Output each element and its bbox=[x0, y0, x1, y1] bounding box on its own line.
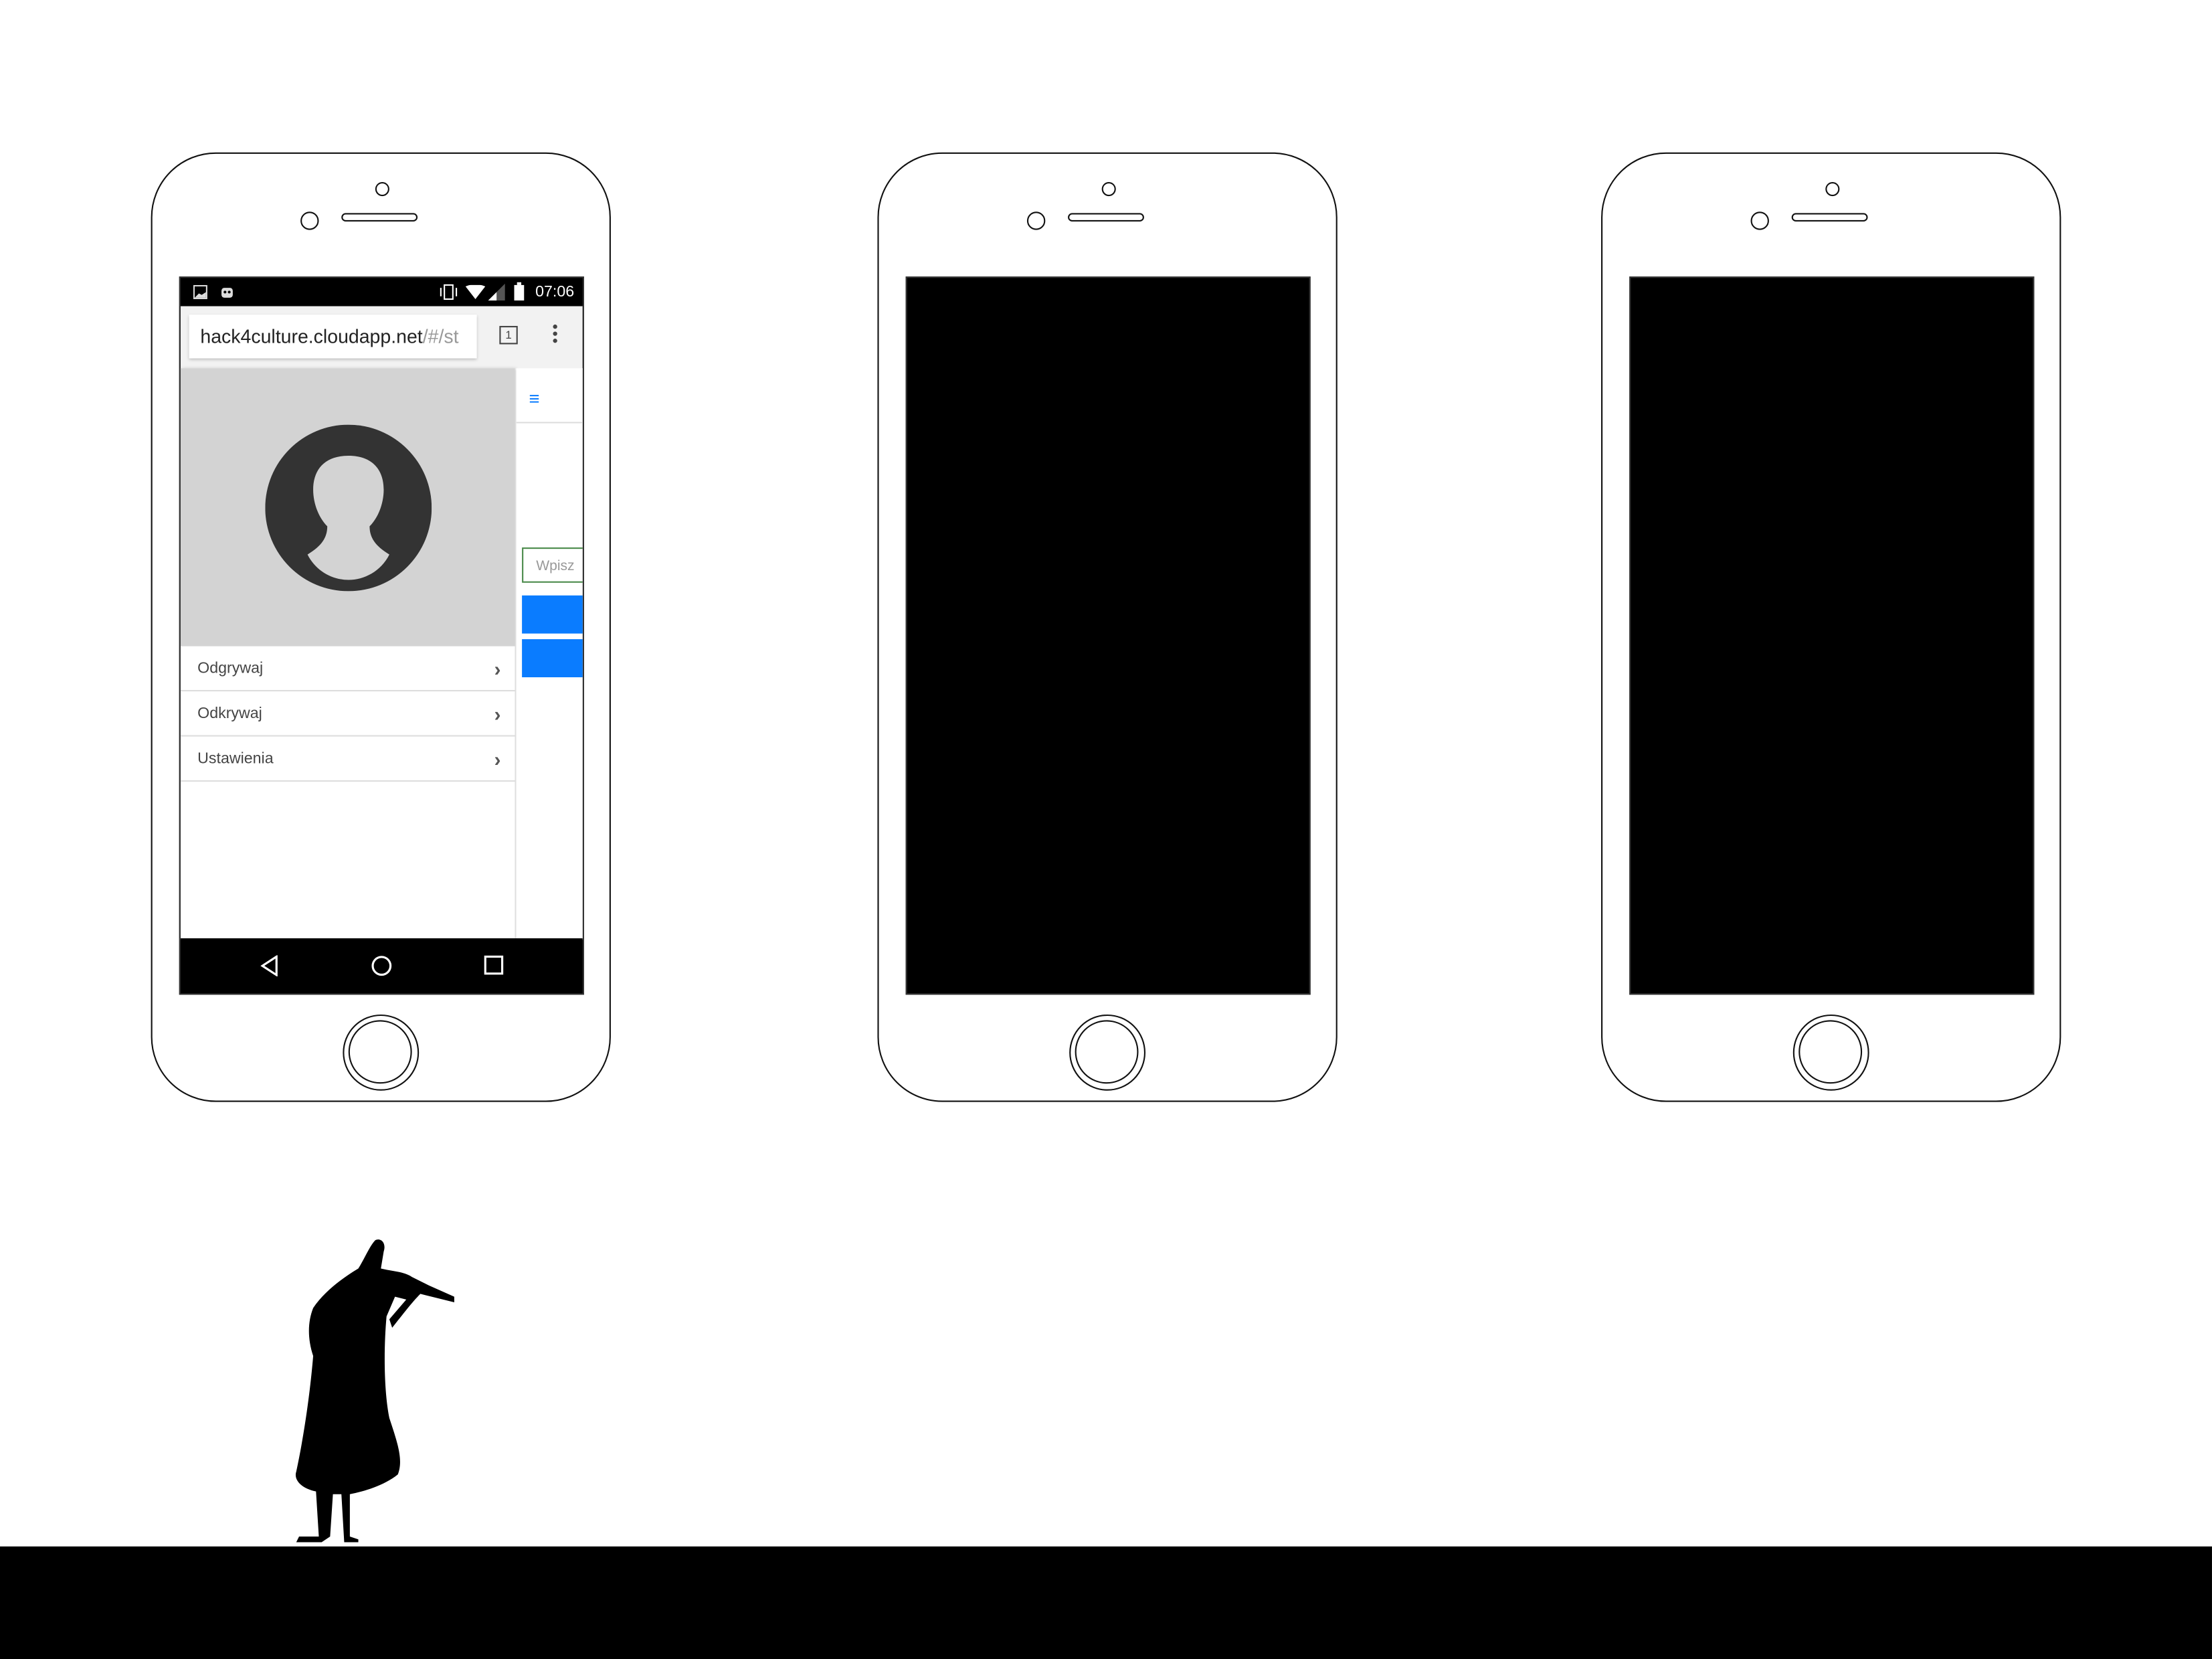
page-behind-drawer: ≡ Wpisz bbox=[516, 368, 583, 940]
phone-mockup-2 bbox=[877, 152, 1338, 1102]
web-content: Odgrywaj › Odkrywaj › Ustawienia › ≡ Wpisz bbox=[180, 368, 583, 940]
speaker-icon bbox=[341, 213, 418, 222]
primary-button[interactable] bbox=[522, 595, 583, 634]
drawer-header bbox=[180, 368, 515, 646]
clock: 07:06 bbox=[535, 283, 575, 301]
home-nav-icon[interactable] bbox=[371, 955, 393, 976]
android-notification-icon bbox=[221, 288, 233, 298]
sensor-icon bbox=[1825, 181, 1840, 197]
text-input[interactable]: Wpisz bbox=[522, 547, 583, 583]
sensor-icon bbox=[1101, 181, 1116, 197]
divider bbox=[516, 422, 583, 424]
chevron-right-icon: › bbox=[494, 748, 501, 771]
phone-screen: 07:06 hack4culture.cloudapp.net/#/st 1 O… bbox=[179, 276, 584, 995]
speaker-icon bbox=[1068, 213, 1144, 222]
signal-icon bbox=[488, 283, 505, 301]
ground-bar bbox=[0, 1546, 2212, 1659]
avatar-placeholder-icon bbox=[265, 424, 432, 592]
phone-screen-blank bbox=[1629, 276, 2035, 995]
menu-item-label: Odkrywaj bbox=[197, 705, 262, 723]
overflow-menu-icon[interactable] bbox=[553, 324, 558, 346]
wifi-icon bbox=[465, 284, 486, 299]
phone-mockup-3 bbox=[1601, 152, 2061, 1102]
battery-icon bbox=[514, 282, 525, 301]
recents-icon[interactable] bbox=[484, 955, 504, 975]
home-button bbox=[1792, 1014, 1869, 1091]
browser-toolbar: hack4culture.cloudapp.net/#/st 1 bbox=[180, 306, 583, 370]
url-field[interactable]: hack4culture.cloudapp.net/#/st bbox=[189, 315, 477, 359]
android-nav-bar bbox=[180, 938, 583, 994]
url-host: hack4culture.cloudapp.net bbox=[200, 326, 423, 347]
tab-switcher-button[interactable]: 1 bbox=[499, 326, 518, 345]
front-camera-icon bbox=[300, 211, 319, 230]
menu-item-label: Ustawienia bbox=[197, 750, 274, 768]
phone-screen-blank bbox=[905, 276, 1311, 995]
speaker-icon bbox=[1791, 213, 1868, 222]
menu-item-odkrywaj[interactable]: Odkrywaj › bbox=[180, 691, 515, 737]
home-button bbox=[1069, 1014, 1146, 1091]
url-path: /#/st bbox=[422, 326, 459, 347]
hamburger-menu-icon[interactable]: ≡ bbox=[529, 388, 540, 410]
sensor-icon bbox=[375, 181, 389, 197]
status-bar: 07:06 bbox=[180, 278, 583, 307]
menu-item-odgrywaj[interactable]: Odgrywaj › bbox=[180, 646, 515, 692]
vibrate-icon bbox=[440, 284, 458, 300]
chevron-right-icon: › bbox=[494, 657, 501, 681]
back-icon[interactable] bbox=[260, 955, 280, 977]
front-camera-icon bbox=[1026, 211, 1046, 230]
home-button bbox=[343, 1014, 420, 1091]
nav-drawer: Odgrywaj › Odkrywaj › Ustawienia › bbox=[180, 368, 515, 940]
phone-mockup-1: 07:06 hack4culture.cloudapp.net/#/st 1 O… bbox=[151, 152, 611, 1102]
violinist-silhouette bbox=[295, 1239, 454, 1543]
secondary-button[interactable] bbox=[522, 639, 583, 678]
image-notification-icon bbox=[193, 284, 207, 299]
menu-item-ustawienia[interactable]: Ustawienia › bbox=[180, 737, 515, 782]
chevron-right-icon: › bbox=[494, 702, 501, 725]
front-camera-icon bbox=[1750, 211, 1769, 230]
menu-item-label: Odgrywaj bbox=[197, 660, 264, 678]
